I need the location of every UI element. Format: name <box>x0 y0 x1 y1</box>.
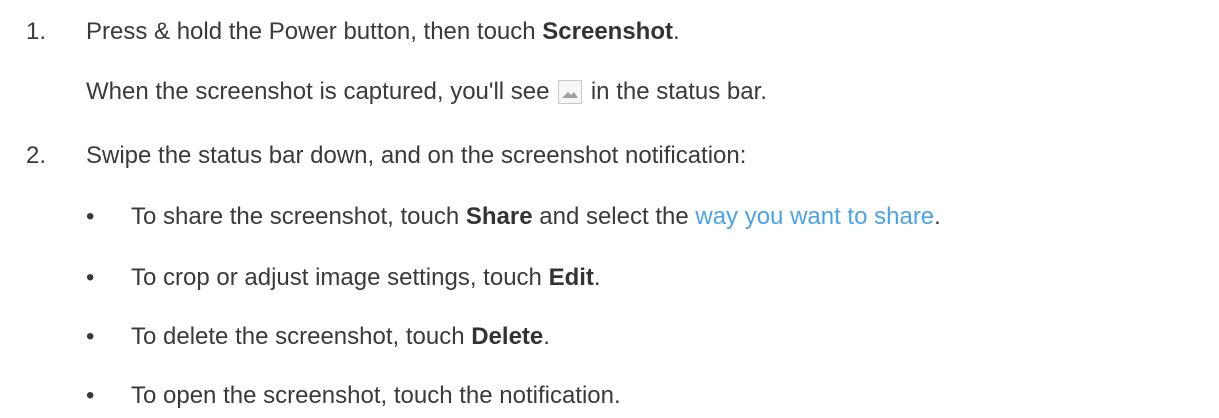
list-item: To open the screenshot, touch the notifi… <box>131 381 621 411</box>
step-1-text-post: . <box>673 18 680 45</box>
step-1-text-pre: Press & hold the Power button, then touc… <box>86 18 543 45</box>
delete-bold-term: Delete <box>471 323 544 350</box>
bullet-1-mid: and select the <box>532 203 696 230</box>
bullet-1-post: . <box>934 203 941 230</box>
bullet-glyph: • <box>86 382 95 409</box>
list-item: To share the screenshot, touch Share and… <box>131 202 941 232</box>
bullet-glyph: • <box>86 323 95 350</box>
bullet-glyph: • <box>86 203 95 230</box>
bullet-glyph: • <box>86 264 95 291</box>
way-you-want-to-share-link[interactable]: way you want to share <box>695 203 934 230</box>
edit-bold-term: Edit <box>548 264 594 291</box>
step-1-number: 1. <box>26 18 47 45</box>
step-1-note: When the screenshot is captured, you'll … <box>86 77 767 107</box>
list-item: To delete the screenshot, touch Delete. <box>131 322 550 352</box>
list-item: To crop or adjust image settings, touch … <box>131 263 601 293</box>
step-1-text: Press & hold the Power button, then touc… <box>86 17 680 47</box>
step-1-note-post: in the status bar. <box>584 78 767 105</box>
share-bold-term: Share <box>465 203 533 230</box>
step-2-text: Swipe the status bar down, and on the sc… <box>86 142 747 169</box>
screenshot-thumbnail-icon <box>558 80 583 104</box>
step-1-note-pre: When the screenshot is captured, you'll … <box>86 78 557 105</box>
step-2-number: 2. <box>26 142 47 169</box>
bullet-2-post: . <box>593 264 601 291</box>
bullet-3-pre: To delete the screenshot, touch <box>131 323 472 350</box>
bullet-4-text: To open the screenshot, touch the notifi… <box>131 382 621 409</box>
bullet-1-pre: To share the screenshot, touch <box>131 203 466 230</box>
bullet-2-pre: To crop or adjust image settings, touch <box>131 264 549 291</box>
bullet-3-post: . <box>543 323 550 350</box>
screenshot-bold-term: Screenshot <box>542 18 673 45</box>
